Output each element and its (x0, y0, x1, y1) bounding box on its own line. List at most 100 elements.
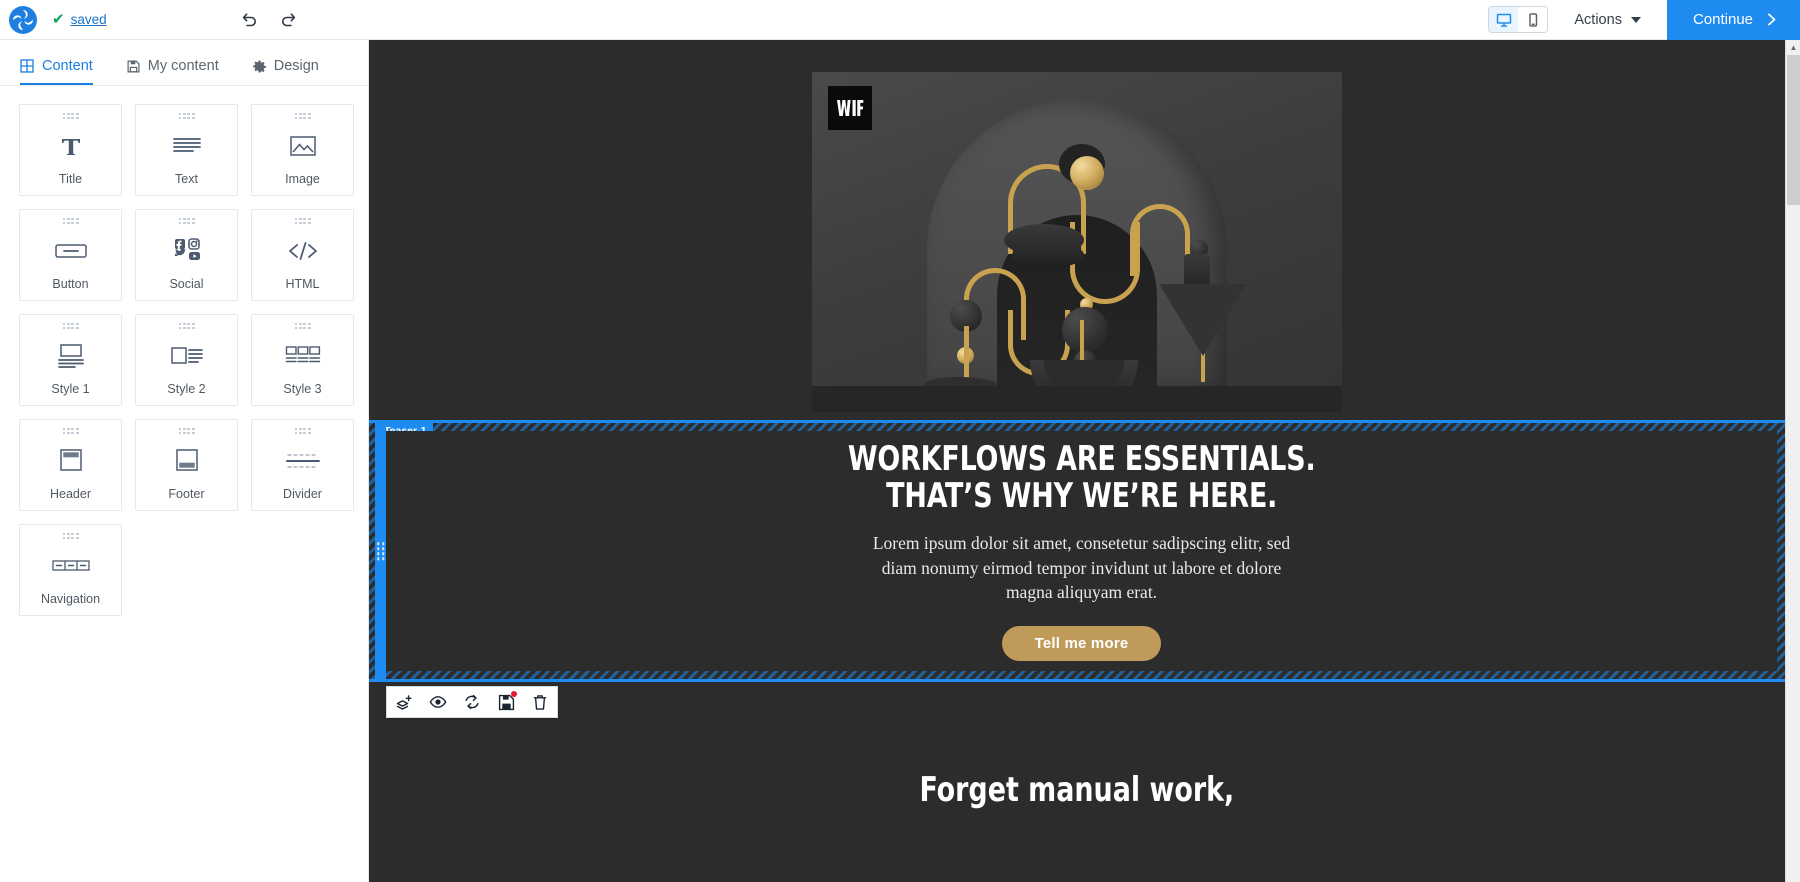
tab-content[interactable]: Content (20, 58, 93, 85)
image-icon (289, 119, 317, 172)
hero-image (812, 72, 1342, 412)
block-card-label: Social (169, 277, 204, 291)
duplicate-block-button[interactable] (387, 687, 421, 717)
block-card-style-3[interactable]: Style 3 (251, 314, 354, 406)
mobile-icon[interactable] (1518, 7, 1548, 32)
unsaved-badge-icon (511, 691, 517, 697)
tab-design-label: Design (273, 58, 319, 74)
block-card-divider[interactable]: Divider (251, 419, 354, 511)
layout-image-over-text-icon (55, 329, 87, 382)
block-card-style-1[interactable]: Style 1 (19, 314, 122, 406)
social-icons-icon (170, 224, 204, 277)
selected-teaser-block[interactable]: Teaser-1 WORKFLOWS ARE ESSENTIALS. THAT’… (369, 420, 1785, 682)
block-card-footer[interactable]: Footer (135, 419, 238, 511)
next-headline: Forget manual work, (919, 770, 1235, 810)
sidebar-tabs: Content My content Design (0, 40, 368, 86)
chevron-right-icon (1768, 13, 1776, 26)
device-preview-toggle (1488, 6, 1549, 33)
block-drag-handle[interactable] (375, 423, 386, 679)
teaser-body-text[interactable]: Lorem ipsum dolor sit amet, consetetur s… (867, 531, 1297, 606)
chevron-down-icon (1630, 16, 1641, 23)
navigation-bar-icon (51, 539, 91, 592)
continue-button[interactable]: Continue (1666, 0, 1800, 40)
check-icon: ✔ (52, 11, 65, 28)
block-action-toolbar (386, 686, 558, 718)
block-card-html[interactable]: HTML (251, 209, 354, 301)
hero-image-block[interactable] (369, 40, 1785, 420)
gear-icon (252, 60, 266, 72)
tab-design[interactable]: Design (252, 58, 319, 85)
tab-content-label: Content (42, 58, 93, 74)
block-card-label: HTML (285, 277, 320, 291)
top-bar: ✔ saved Actions Continue (0, 0, 1800, 40)
drag-dots-icon (376, 542, 385, 560)
scroll-up-arrow-icon[interactable]: ▲ (1786, 40, 1800, 55)
save-block-button[interactable] (489, 687, 523, 717)
block-card-image[interactable]: Image (251, 104, 354, 196)
canvas-scrollbar[interactable]: ▲ (1785, 40, 1800, 882)
block-card-label: Title (58, 172, 83, 186)
next-content-block[interactable]: Forget manual work, (369, 728, 1785, 882)
block-card-header[interactable]: Header (19, 419, 122, 511)
block-card-label: Button (52, 277, 89, 291)
block-card-label: Text (175, 172, 198, 186)
block-card-label: Divider (283, 487, 322, 501)
gold-sphere-large-front (1070, 156, 1104, 190)
divider-icon (285, 434, 321, 487)
block-card-label: Footer (168, 487, 205, 501)
block-card-style-2[interactable]: Style 2 (135, 314, 238, 406)
sidebar: Content My content Design Title Text Ima… (0, 40, 369, 882)
block-card-label: Header (50, 487, 91, 501)
actions-label: Actions (1574, 11, 1622, 28)
continue-label: Continue (1692, 11, 1753, 28)
title-T-icon (58, 119, 84, 172)
top-bar-right: Actions Continue (1488, 0, 1800, 40)
block-card-text[interactable]: Text (135, 104, 238, 196)
teaser-content: WORKFLOWS ARE ESSENTIALS. THAT’S WHY WE’… (386, 431, 1777, 671)
desktop-icon[interactable] (1489, 7, 1519, 32)
block-card-social[interactable]: Social (135, 209, 238, 301)
history-controls (237, 8, 301, 32)
block-card-label: Style 1 (51, 382, 90, 396)
actions-menu-button[interactable]: Actions (1574, 12, 1641, 28)
tab-my-content-label: My content (147, 58, 219, 74)
header-layout-icon (57, 434, 85, 487)
block-card-label: Image (285, 172, 320, 186)
text-lines-icon (172, 119, 202, 172)
dark-disc-slab-lower (1012, 242, 1084, 268)
block-card-navigation[interactable]: Navigation (19, 524, 122, 616)
dark-sphere-center (1062, 307, 1108, 353)
preview-block-button[interactable] (421, 687, 455, 717)
WF-monogram-logo (828, 86, 872, 130)
block-card-label: Style 3 (283, 382, 322, 396)
code-brackets-icon (286, 224, 320, 277)
tab-my-content[interactable]: My content (127, 58, 219, 85)
delete-block-button[interactable] (523, 687, 557, 717)
block-card-label: Navigation (40, 592, 101, 606)
grid-icon (20, 59, 34, 73)
dark-cylinder-right (1184, 254, 1210, 286)
footer-layout-icon (173, 434, 201, 487)
undo-icon[interactable] (237, 8, 261, 32)
block-card-label: Style 2 (167, 382, 206, 396)
block-card-button[interactable]: Button (19, 209, 122, 301)
button-icon (54, 224, 88, 277)
redo-icon[interactable] (277, 8, 301, 32)
save-icon (127, 60, 140, 72)
email-canvas: Teaser-1 WORKFLOWS ARE ESSENTIALS. THAT’… (369, 40, 1800, 882)
replace-block-button[interactable] (455, 687, 489, 717)
save-status: ✔ saved (52, 12, 107, 27)
email-page: Teaser-1 WORKFLOWS ARE ESSENTIALS. THAT’… (369, 40, 1785, 882)
tell-me-more-button[interactable]: Tell me more (1001, 626, 1162, 662)
layout-image-beside-text-icon (170, 329, 204, 382)
content-block-palette: Title Text Image Button Social HTML Styl… (0, 86, 368, 616)
scrollbar-thumb[interactable] (1787, 55, 1800, 205)
spiral-logo-icon[interactable] (8, 5, 38, 35)
gold-tube-arch-right (1130, 204, 1190, 276)
saved-link[interactable]: saved (71, 12, 107, 27)
cone-shape (1159, 284, 1247, 356)
layout-three-columns-icon (285, 329, 321, 382)
hero-floor (812, 386, 1342, 412)
teaser-headline[interactable]: WORKFLOWS ARE ESSENTIALS. THAT’S WHY WE’… (848, 440, 1316, 515)
block-card-title[interactable]: Title (19, 104, 122, 196)
